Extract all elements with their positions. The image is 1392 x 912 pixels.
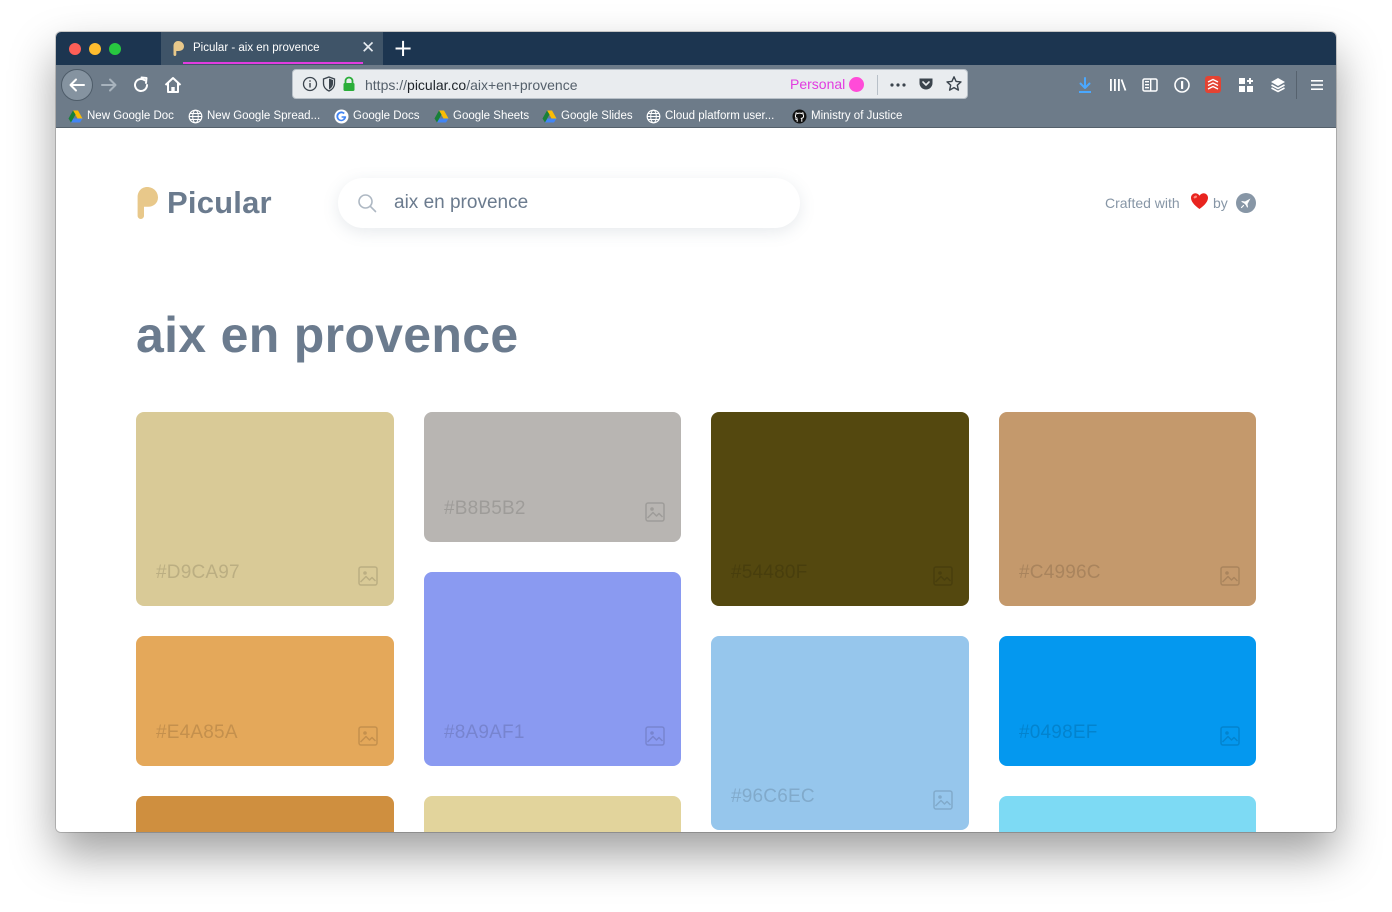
picular-logo-text[interactable]: Picular: [167, 185, 272, 221]
heart-icon: [1191, 193, 1208, 209]
zoom-window-button[interactable]: [109, 43, 121, 55]
bookmark-star-icon[interactable]: [945, 75, 963, 93]
image-icon[interactable]: [357, 725, 379, 747]
extensions-grid-icon[interactable]: [1237, 76, 1255, 94]
color-card[interactable]: #D9CA97: [136, 412, 394, 606]
color-hex-label: #C4996C: [1019, 562, 1101, 583]
toolbar-divider: [1296, 71, 1297, 99]
hamburger-menu-icon[interactable]: [1308, 76, 1326, 94]
color-card[interactable]: #8A9AF1: [424, 572, 681, 766]
google-drive-icon: [434, 110, 449, 123]
github-icon: [792, 109, 807, 124]
color-hex-label: #96C6EC: [731, 786, 815, 807]
color-hex-label: #54480F: [731, 562, 808, 583]
more-actions-icon[interactable]: [889, 77, 907, 93]
image-icon[interactable]: [932, 789, 954, 811]
color-hex-label: #E4A85A: [156, 722, 238, 743]
picular-favicon-icon: [173, 41, 184, 56]
tab-picular[interactable]: Picular - aix en provence ✕: [161, 32, 383, 65]
library-icon[interactable]: [1108, 76, 1128, 94]
page-content: Picular Crafted with by aix en provence …: [56, 128, 1336, 832]
color-card[interactable]: #7DDAF4: [999, 796, 1256, 832]
pocket-icon[interactable]: [918, 76, 934, 92]
browser-window: Picular - aix en provence ✕ + https://pi…: [56, 32, 1336, 832]
google-drive-icon: [542, 110, 557, 123]
crafted-by-label: by: [1213, 195, 1228, 211]
color-hex-label: #0498EF: [1019, 722, 1098, 743]
tab-bar: Picular - aix en provence ✕ +: [56, 32, 1336, 65]
globe-icon: [188, 109, 203, 124]
info-icon[interactable]: [302, 76, 318, 92]
new-tab-button[interactable]: +: [393, 35, 413, 61]
container-label[interactable]: Personal: [790, 76, 845, 92]
close-window-button[interactable]: [69, 43, 81, 55]
color-hex-label: #8A9AF1: [444, 722, 525, 743]
lock-icon[interactable]: [342, 76, 356, 92]
search-input[interactable]: [394, 191, 774, 215]
image-icon[interactable]: [644, 725, 666, 747]
color-card[interactable]: #E4A85A: [136, 636, 394, 766]
navigation-toolbar: https://picular.co/aix+en+provence Perso…: [56, 65, 1336, 105]
page-title: aix en provence: [136, 307, 519, 363]
search-icon: [358, 194, 377, 213]
picular-logo-icon[interactable]: [136, 187, 158, 219]
color-card[interactable]: #C4996C: [999, 412, 1256, 606]
layers-icon[interactable]: [1269, 76, 1287, 94]
arrow-left-icon: [69, 78, 85, 92]
image-icon[interactable]: [1219, 725, 1241, 747]
url-text[interactable]: https://picular.co/aix+en+provence: [365, 77, 578, 93]
color-card[interactable]: #0498EF: [999, 636, 1256, 766]
back-button[interactable]: [61, 69, 93, 101]
tab-title: Picular - aix en provence: [193, 42, 320, 54]
url-divider: [877, 75, 878, 95]
color-card[interactable]: #E2D49C: [424, 796, 681, 832]
rocket-icon: [1240, 198, 1251, 209]
reload-icon[interactable]: [130, 74, 152, 96]
color-card[interactable]: #B8B5B2: [424, 412, 681, 542]
arrow-right-icon[interactable]: [98, 74, 120, 96]
color-card[interactable]: #96C6EC: [711, 636, 969, 830]
home-icon[interactable]: [162, 74, 184, 96]
image-icon[interactable]: [1219, 565, 1241, 587]
globe-icon: [646, 109, 661, 124]
color-hex-label: #D9CA97: [156, 562, 240, 583]
color-card[interactable]: #54480F: [711, 412, 969, 606]
download-icon[interactable]: [1076, 76, 1094, 94]
password-manager-icon[interactable]: [1173, 76, 1191, 94]
container-dot-icon: [849, 77, 864, 92]
google-drive-icon: [68, 110, 83, 123]
bookmarks-toolbar: New Google Doc New Google Spread... Goog…: [56, 105, 1336, 128]
image-icon[interactable]: [357, 565, 379, 587]
sidebar-icon[interactable]: [1141, 76, 1159, 94]
address-bar[interactable]: https://picular.co/aix+en+provence Perso…: [292, 69, 968, 99]
search-box[interactable]: [338, 178, 800, 228]
color-card[interactable]: #CF8F3F: [136, 796, 394, 832]
minimize-window-button[interactable]: [89, 43, 101, 55]
google-g-icon: [334, 109, 349, 124]
color-hex-label: #B8B5B2: [444, 498, 526, 519]
image-icon[interactable]: [932, 565, 954, 587]
crafted-with-label: Crafted with: [1105, 195, 1180, 211]
tab-active-indicator: [183, 62, 363, 64]
tracking-shield-icon[interactable]: [322, 76, 336, 92]
todoist-icon[interactable]: [1204, 75, 1222, 94]
author-link[interactable]: [1236, 193, 1256, 213]
image-icon[interactable]: [644, 501, 666, 523]
tab-close-icon[interactable]: ✕: [361, 38, 375, 58]
